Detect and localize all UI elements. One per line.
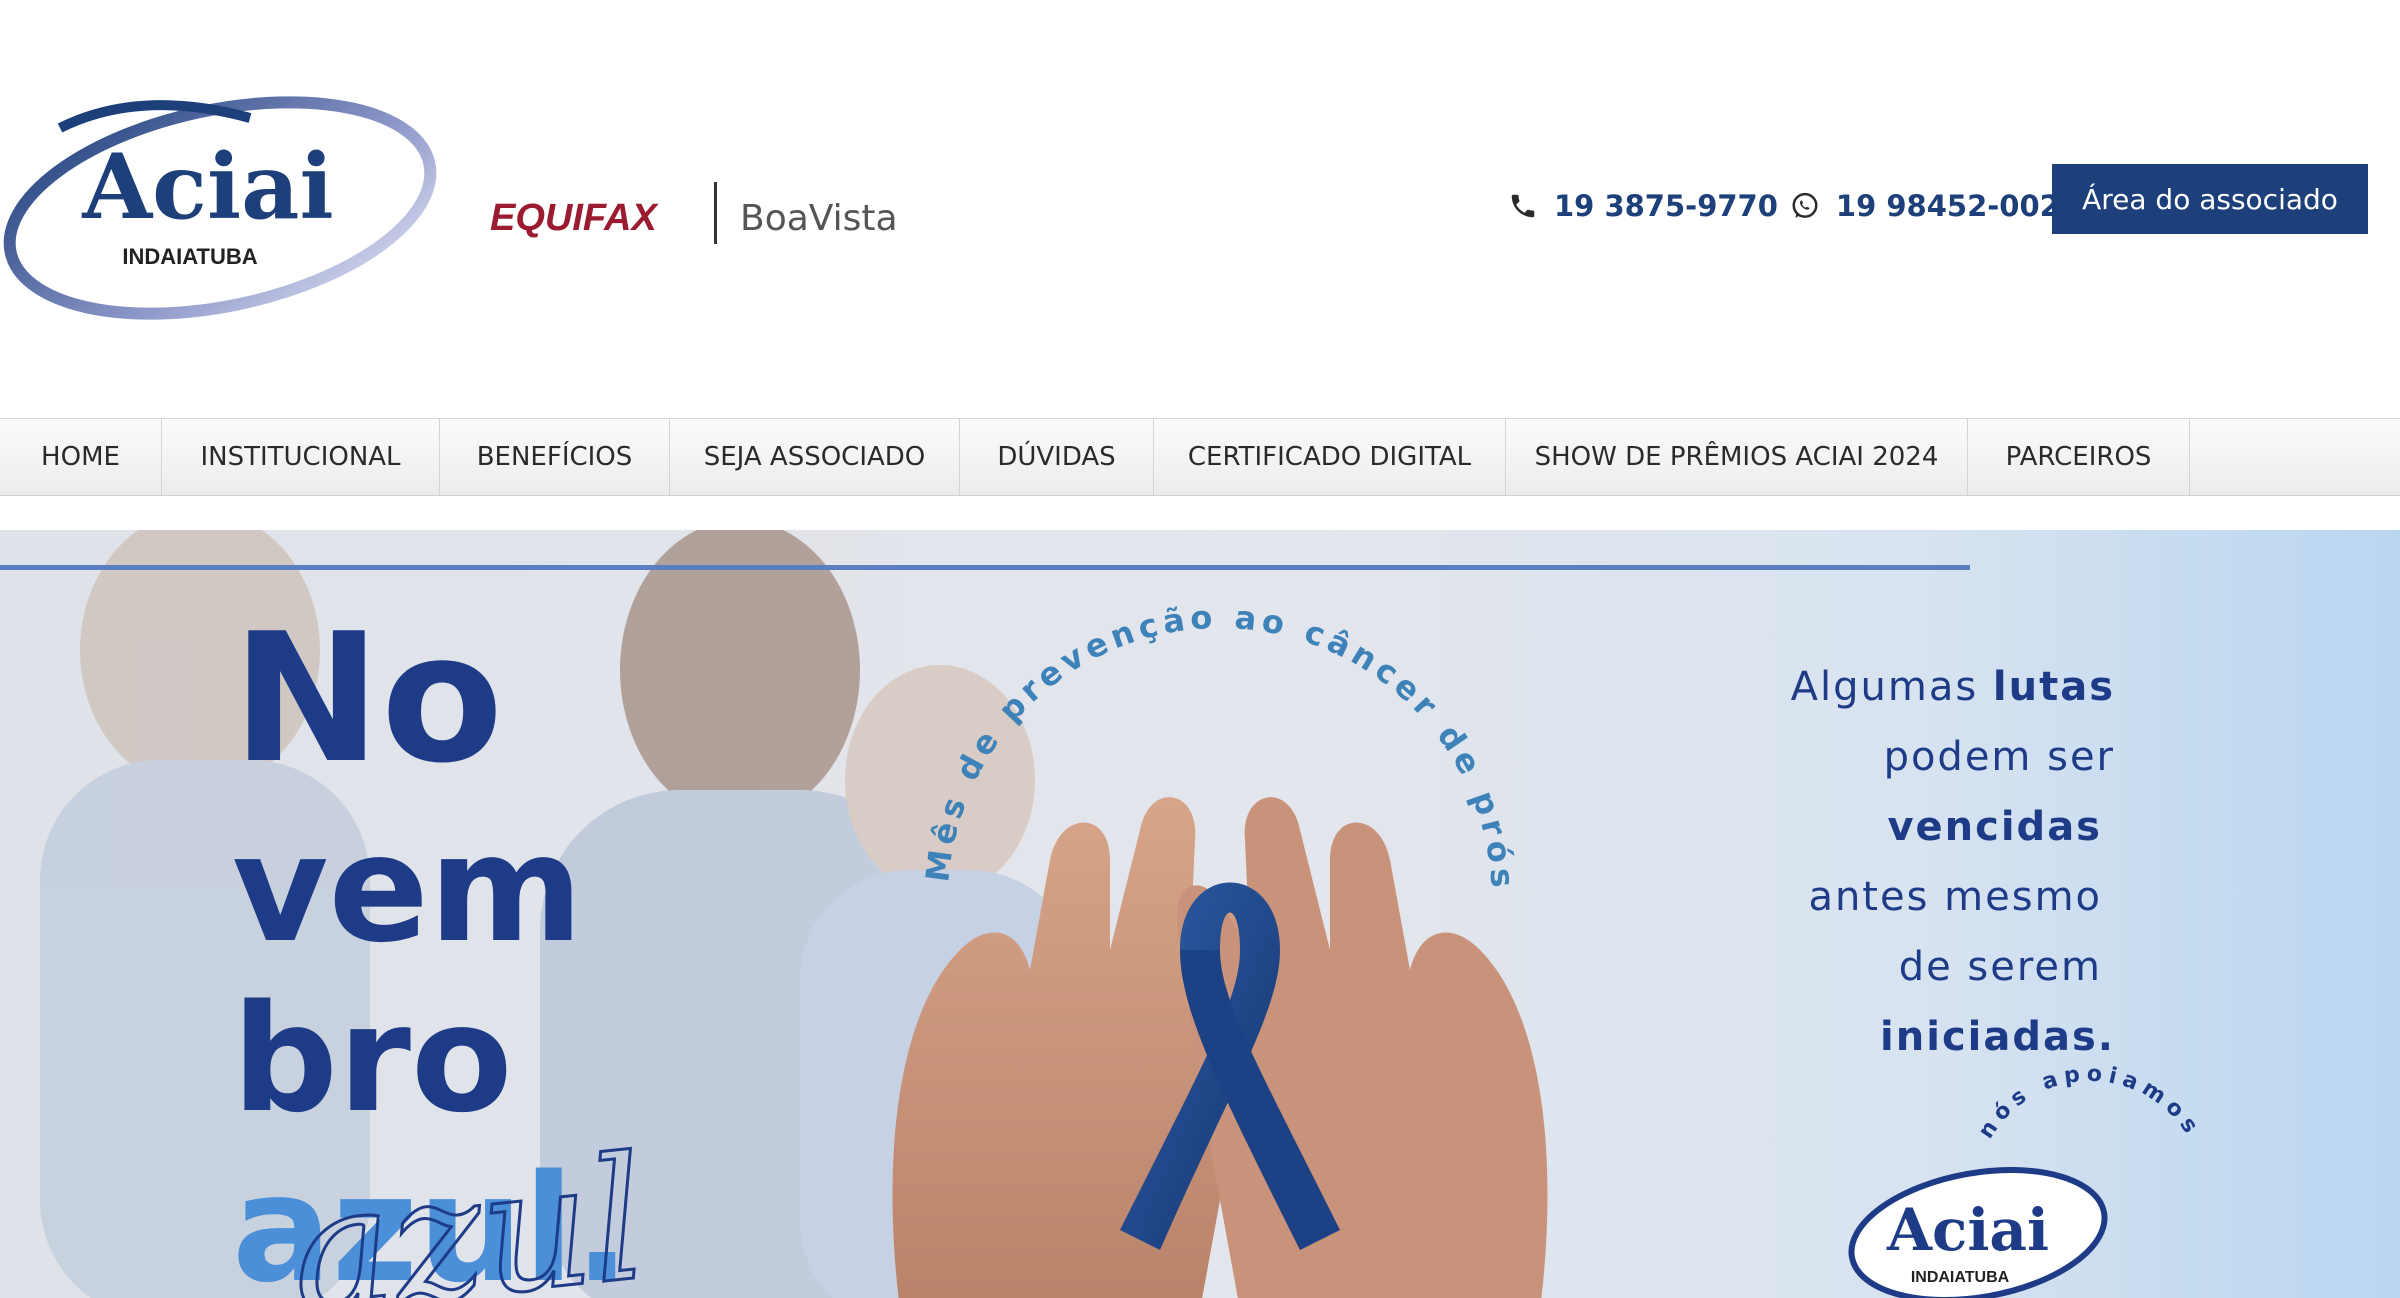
nav-item-duvidas[interactable]: DÚVIDAS: [960, 419, 1154, 495]
message-line-2: podem ser: [1884, 734, 2115, 780]
message-line-5: de serem: [1899, 944, 2102, 990]
boavista-wordmark: BoaVista: [740, 198, 898, 239]
phone-number-link[interactable]: 19 3875-9770: [1554, 189, 1778, 223]
logo-name: Aciai: [81, 134, 333, 240]
title-line-2: vem: [232, 803, 583, 975]
banner-artwork: No vem bro azul. azul Mês de prevenção a…: [0, 530, 2400, 1298]
aciai-logo[interactable]: Aciai INDAIATUBA: [0, 88, 446, 320]
message-line-4: antes mesmo: [1808, 874, 2102, 920]
site-header: Aciai INDAIATUBA EQUIFAX BoaVista 19 387…: [0, 0, 2400, 418]
banner-rule: [0, 565, 1970, 570]
message-line-1: Algumas lutas: [1791, 664, 2115, 710]
nav-item-certificado-digital[interactable]: CERTIFICADO DIGITAL: [1154, 419, 1506, 495]
message-line-3: vencidas: [1887, 804, 2102, 850]
message-line-6: iniciadas.: [1880, 1014, 2115, 1060]
contact-info: 19 3875-9770 19 98452-0023: [1508, 180, 2092, 232]
support-logo-name: Aciai: [1886, 1196, 2049, 1264]
nav-item-show-de-premios[interactable]: SHOW DE PRÊMIOS ACIAI 2024: [1506, 419, 1968, 495]
novembro-azul-banner[interactable]: No vem bro azul. azul Mês de prevenção a…: [0, 530, 2400, 1298]
title-line-3: bro: [232, 973, 513, 1145]
title-line-1: No: [232, 595, 503, 802]
nav-item-institucional[interactable]: INSTITUCIONAL: [162, 419, 440, 495]
logo-sub: INDAIATUBA: [122, 244, 257, 269]
main-nav: HOME INSTITUCIONAL BENEFÍCIOS SEJA ASSOC…: [0, 418, 2400, 496]
phone-icon: [1508, 191, 1538, 221]
nav-item-beneficios[interactable]: BENEFÍCIOS: [440, 419, 670, 495]
whatsapp-number-link[interactable]: 19 98452-0023: [1836, 189, 2080, 223]
equifax-wordmark: EQUIFAX: [490, 197, 659, 239]
nav-item-parceiros[interactable]: PARCEIROS: [1968, 419, 2190, 495]
partner-divider: [714, 182, 717, 244]
member-area-button[interactable]: Área do associado: [2052, 164, 2368, 234]
nav-item-home[interactable]: HOME: [0, 419, 162, 495]
nav-item-seja-associado[interactable]: SEJA ASSOCIADO: [670, 419, 960, 495]
support-logo-sub: INDAIATUBA: [1911, 1269, 2010, 1286]
equifax-boavista-logo[interactable]: EQUIFAX BoaVista: [486, 180, 906, 250]
whatsapp-icon: [1790, 191, 1820, 221]
